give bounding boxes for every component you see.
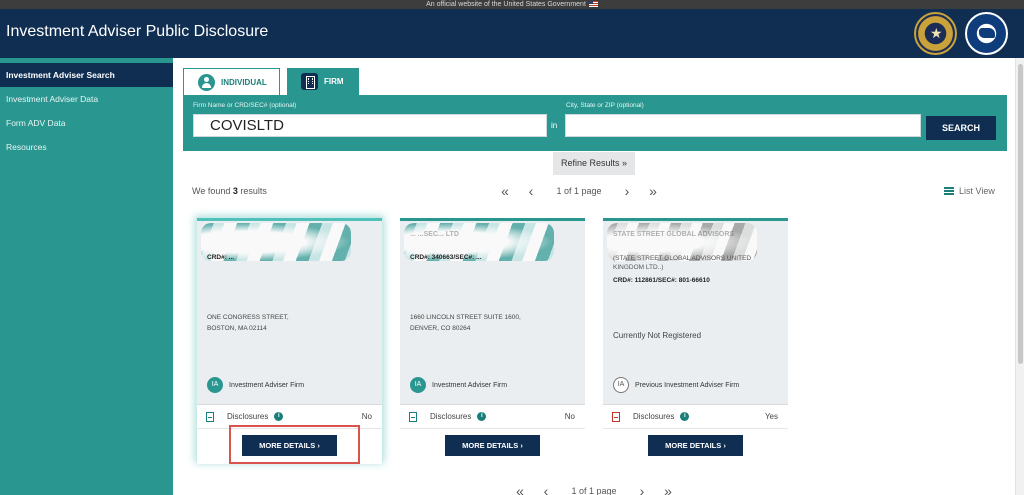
page-scrollbar[interactable] xyxy=(1015,58,1024,495)
card-footer: MORE DETAILS › xyxy=(400,428,585,464)
sidebar-item-investment-adviser-search[interactable]: Investment Adviser Search xyxy=(0,63,173,87)
disclosures-value: Yes xyxy=(764,412,778,421)
building-icon xyxy=(301,73,318,90)
firm-type: IA Investment Adviser Firm xyxy=(207,377,304,393)
alternate-name: (STATE STREET GLOBAL ADVISORS UNITED KIN… xyxy=(613,255,752,271)
site-title[interactable]: Investment Adviser Public Disclosure xyxy=(6,23,268,41)
tab-individual-label: INDIVIDUAL xyxy=(221,77,267,87)
info-icon[interactable]: i xyxy=(477,412,487,421)
list-icon xyxy=(944,187,954,195)
site-header: Investment Adviser Public Disclosure xyxy=(0,9,1024,58)
results-prefix: We found xyxy=(192,186,231,196)
scrollbar-thumb[interactable] xyxy=(1018,64,1023,364)
firm-name[interactable]: STATE STREET GLOBAL ADVISORS xyxy=(613,231,734,238)
disclosures-row: Disclosures i Yes xyxy=(603,404,788,428)
page-indicator: 1 of 1 page xyxy=(556,186,602,196)
sec-seal-icon[interactable] xyxy=(914,12,957,55)
results-summary: We found 3 results xyxy=(192,186,267,196)
ia-badge-icon: IA xyxy=(207,377,223,393)
location-label: City, State or ZIP (optional) xyxy=(566,102,644,109)
firm-type-label: Previous Investment Adviser Firm xyxy=(635,381,740,389)
address-line-2: BOSTON, MA 02114 xyxy=(207,325,267,332)
refine-results-label: Refine Results xyxy=(560,158,620,168)
gov-banner: An official website of the United States… xyxy=(0,0,1024,9)
crd-number: CRD#: ... xyxy=(207,254,235,261)
next-page-icon[interactable]: › xyxy=(629,483,655,495)
last-page-icon[interactable]: » xyxy=(640,183,666,199)
gov-banner-text: An official website of the United States… xyxy=(426,1,586,8)
address: ONE CONGRESS STREET, BOSTON, MA 02114 xyxy=(207,312,289,334)
document-icon xyxy=(206,411,214,422)
disclosures-label: Disclosures xyxy=(430,412,472,421)
result-card: STATE STREET GLOBAL ADVISORS (STATE STRE… xyxy=(603,218,788,464)
document-icon xyxy=(612,411,620,422)
info-icon[interactable]: i xyxy=(680,412,690,421)
firm-name-label: Firm Name or CRD/SEC# (optional) xyxy=(193,102,297,109)
list-view-toggle[interactable]: List View xyxy=(944,186,995,196)
results-count: 3 xyxy=(232,186,238,196)
disclosures-value: No xyxy=(564,412,575,421)
search-button[interactable]: SEARCH xyxy=(926,116,996,140)
registration-status: Currently Not Registered xyxy=(613,331,702,340)
document-icon xyxy=(409,411,417,422)
disclosures-value: No xyxy=(361,412,372,421)
first-page-icon[interactable]: « xyxy=(507,483,533,495)
more-details-button[interactable]: MORE DETAILS › xyxy=(445,435,540,456)
search-panel: Firm Name or CRD/SEC# (optional) COVISLT… xyxy=(183,95,1007,151)
sidebar-item-investment-adviser-data[interactable]: Investment Adviser Data xyxy=(0,87,173,111)
pager-bottom: « ‹ 1 of 1 page › » xyxy=(507,483,681,495)
last-page-icon[interactable]: » xyxy=(655,483,681,495)
person-icon xyxy=(198,73,215,91)
ia-badge-icon: IA xyxy=(613,377,629,393)
sidebar-item-resources[interactable]: Resources xyxy=(0,135,173,159)
address-line-1: ONE CONGRESS STREET, xyxy=(207,314,289,321)
tab-individual[interactable]: INDIVIDUAL xyxy=(183,68,280,95)
in-label: in xyxy=(551,121,558,130)
location-input[interactable] xyxy=(565,114,921,137)
ia-badge-icon: IA xyxy=(410,377,426,393)
results-suffix: results xyxy=(240,186,267,196)
next-page-icon[interactable]: › xyxy=(614,183,640,199)
address: 1660 LINCOLN STREET SUITE 1600, DENVER, … xyxy=(410,312,521,334)
card-footer: MORE DETAILS › xyxy=(603,428,788,464)
refine-results-button[interactable]: Refine Results » xyxy=(553,152,635,175)
prev-page-icon[interactable]: ‹ xyxy=(518,183,544,199)
nasaa-seal-icon[interactable] xyxy=(965,12,1008,55)
page-indicator: 1 of 1 page xyxy=(571,486,617,495)
more-details-button[interactable]: MORE DETAILS › xyxy=(648,435,743,456)
prev-page-icon[interactable]: ‹ xyxy=(533,483,559,495)
sidebar-item-form-adv-data[interactable]: Form ADV Data xyxy=(0,111,173,135)
firm-name[interactable]: ... ...SEC... LTD xyxy=(410,231,459,238)
tab-firm[interactable]: FIRM xyxy=(287,68,359,95)
firm-name-input[interactable]: COVISLTD xyxy=(193,114,547,137)
firm-type: IA Investment Adviser Firm xyxy=(410,377,507,393)
sidebar: Investment Adviser Search Investment Adv… xyxy=(0,58,173,495)
disclosures-label: Disclosures xyxy=(633,412,675,421)
crd-number: CRD#: 340663/SEC#: ... xyxy=(410,254,482,261)
firm-type-label: Investment Adviser Firm xyxy=(432,381,508,389)
disclosures-row: Disclosures i No xyxy=(400,404,585,428)
result-card: ... ...SEC... LTD CRD#: 340663/SEC#: ...… xyxy=(400,218,585,464)
list-view-label: List View xyxy=(959,186,995,196)
us-flag-icon xyxy=(588,1,598,7)
info-icon[interactable]: i xyxy=(274,412,284,421)
disclosures-label: Disclosures xyxy=(227,412,269,421)
highlight-annotation xyxy=(229,425,360,464)
tab-firm-label: FIRM xyxy=(324,77,344,86)
crd-number: CRD#: 112861/SEC#: 801-66610 xyxy=(613,277,710,284)
address-line-2: DENVER, CO 80264 xyxy=(410,325,471,332)
double-chevron-down-icon: » xyxy=(622,158,628,168)
first-page-icon[interactable]: « xyxy=(492,183,518,199)
firm-type-label: Investment Adviser Firm xyxy=(229,381,305,389)
firm-type: IA Previous Investment Adviser Firm xyxy=(613,377,739,393)
pager-top: « ‹ 1 of 1 page › » xyxy=(492,183,666,199)
address-line-1: 1660 LINCOLN STREET SUITE 1600, xyxy=(410,314,521,321)
